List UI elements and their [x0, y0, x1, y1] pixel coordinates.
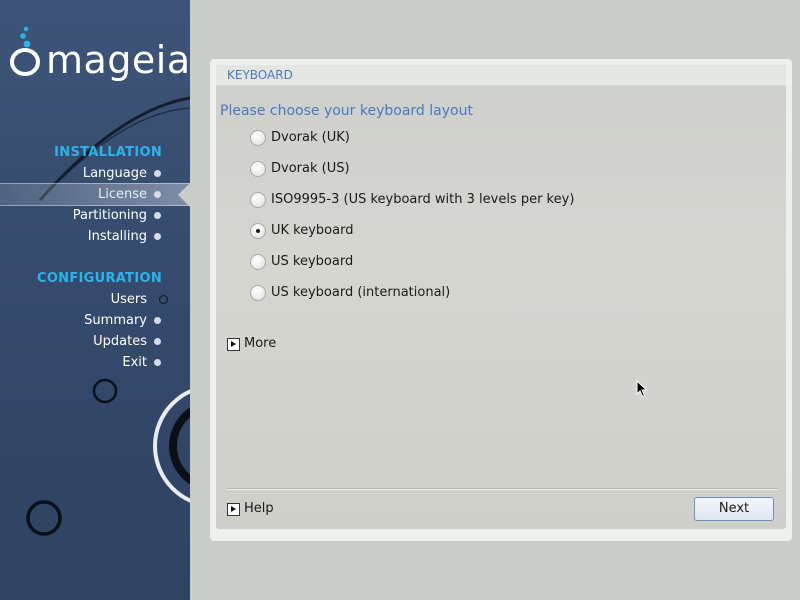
radio-button-icon[interactable]	[250, 254, 266, 270]
step-bullet-icon	[154, 359, 161, 366]
radio-button-icon[interactable]	[250, 161, 266, 177]
step-label: Language	[82, 166, 147, 181]
mouse-pointer-icon	[636, 380, 648, 398]
step-installing: Installing	[0, 226, 190, 247]
step-label: Partitioning	[72, 208, 147, 223]
step-bullet-icon	[154, 170, 161, 177]
mageia-cauldron-icon	[10, 26, 40, 76]
panel-title: KEYBOARD	[227, 68, 293, 82]
step-partitioning: Partitioning	[0, 205, 190, 226]
radio-label: UK keyboard	[271, 223, 354, 238]
step-ring-icon	[159, 295, 168, 304]
step-bullet-icon	[154, 338, 161, 345]
section-title-configuration: CONFIGURATION	[36, 271, 162, 286]
footer-separator	[226, 488, 778, 490]
mageia-logo: mageia	[8, 26, 190, 86]
step-users: Users	[0, 289, 190, 310]
keyboard-panel: KEYBOARD Please choose your keyboard lay…	[209, 58, 793, 542]
step-bullet-icon	[154, 212, 161, 219]
panel-header: KEYBOARD	[216, 65, 786, 86]
radio-button-checked-icon[interactable]	[250, 223, 266, 239]
step-label: License	[97, 187, 147, 202]
radio-button-icon[interactable]	[250, 285, 266, 301]
panel-body: KEYBOARD Please choose your keyboard lay…	[216, 65, 786, 529]
radio-label: ISO9995-3 (US keyboard with 3 levels per…	[271, 192, 575, 207]
step-bullet-icon	[154, 317, 161, 324]
radio-button-icon[interactable]	[250, 130, 266, 146]
radio-label: Dvorak (UK)	[271, 130, 350, 145]
layout-prompt: Please choose your keyboard layout	[220, 103, 473, 119]
triangle-right-icon	[227, 503, 240, 516]
step-language: Language	[0, 163, 190, 184]
step-summary: Summary	[0, 310, 190, 331]
step-label: Users	[110, 292, 147, 307]
active-step-pointer-icon	[178, 183, 190, 207]
section-title-installation: INSTALLATION	[54, 145, 162, 160]
radio-label: US keyboard	[271, 254, 354, 269]
radio-label: Dvorak (US)	[271, 161, 350, 176]
step-bullet-icon	[154, 191, 161, 198]
more-label: More	[244, 336, 277, 351]
help-label: Help	[244, 501, 274, 516]
next-button[interactable]: Next	[694, 497, 774, 521]
step-label: Summary	[84, 313, 147, 328]
step-bullet-icon	[154, 233, 161, 240]
step-updates: Updates	[0, 331, 190, 352]
triangle-right-icon	[227, 338, 240, 351]
step-exit: Exit	[0, 352, 190, 373]
mageia-wordmark: mageia	[46, 38, 190, 82]
radio-label: US keyboard (international)	[271, 285, 451, 300]
step-license: License	[0, 183, 190, 207]
radio-button-icon[interactable]	[250, 192, 266, 208]
step-label: Installing	[87, 229, 147, 244]
step-label: Exit	[122, 355, 147, 370]
installer-sidebar: mageia INSTALLATION Language License Par…	[0, 0, 190, 600]
step-label: Updates	[93, 334, 147, 349]
